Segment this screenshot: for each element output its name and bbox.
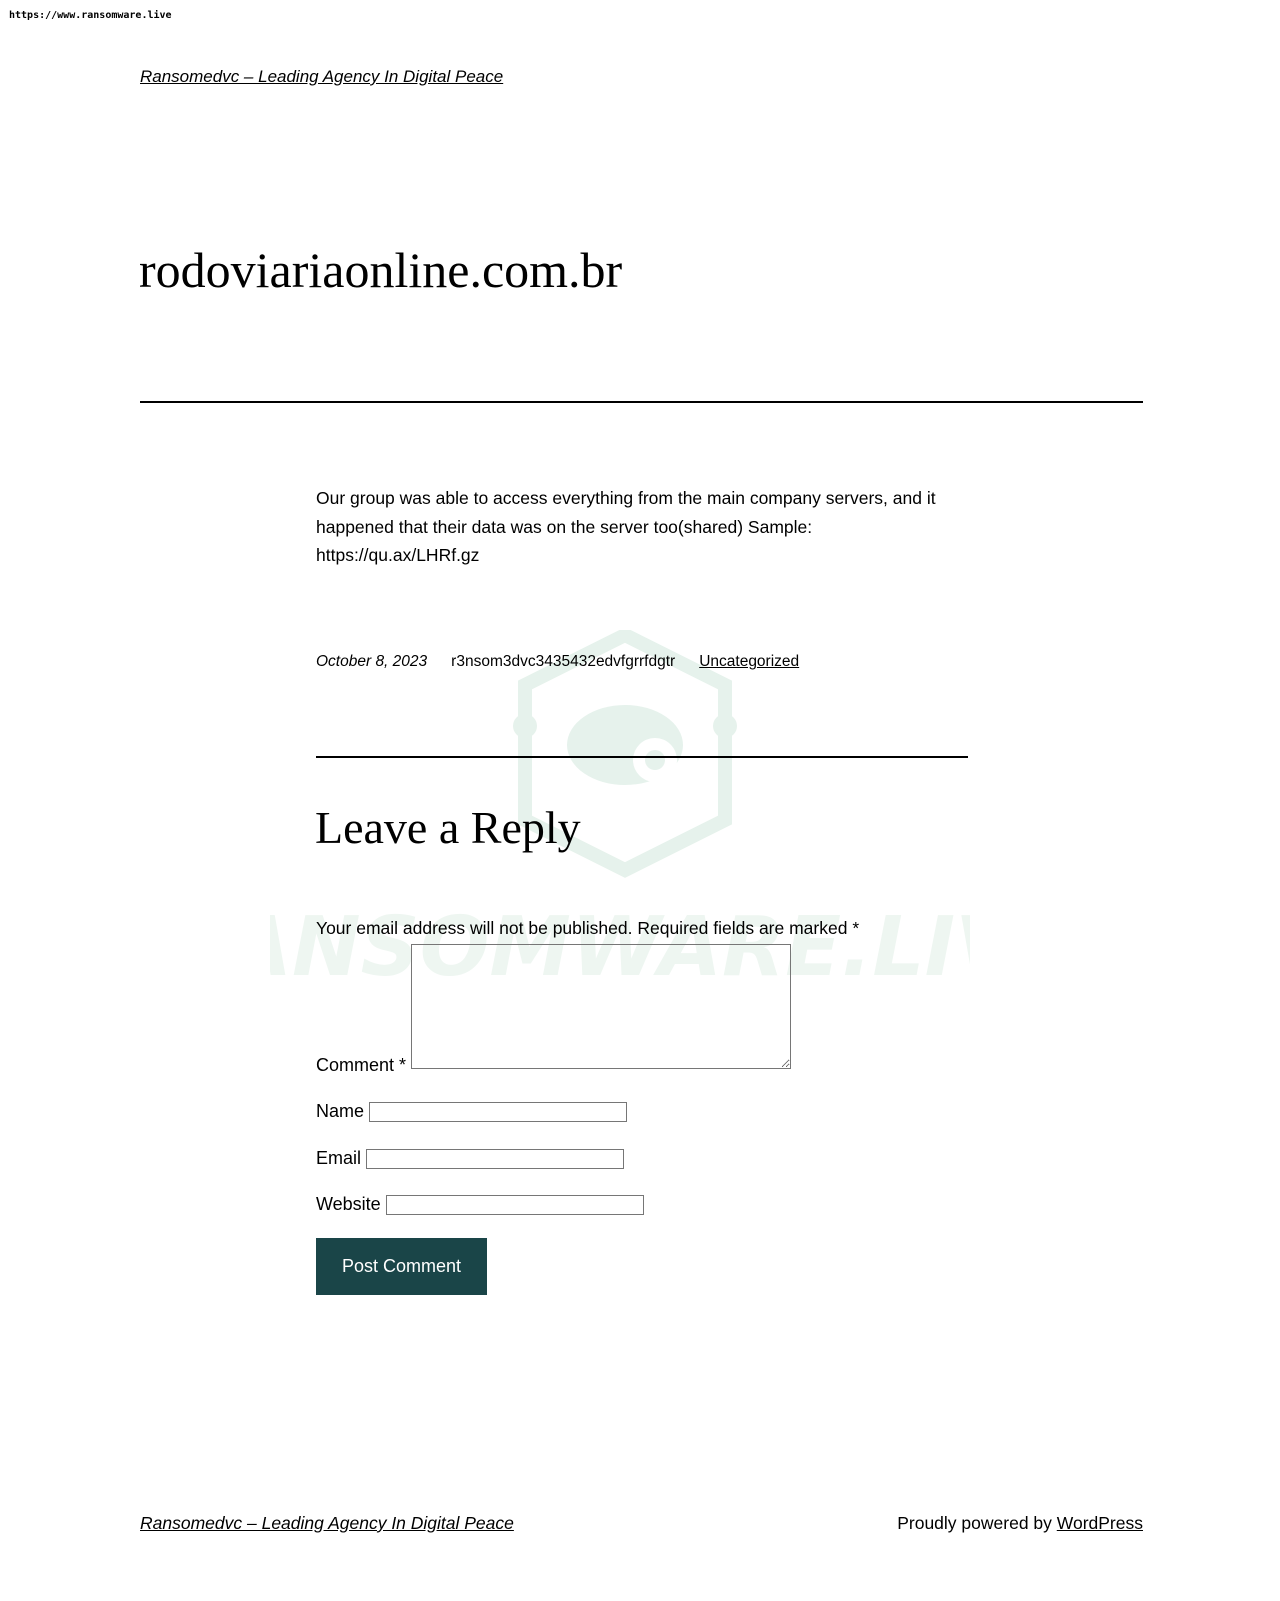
name-label: Name — [316, 1101, 365, 1121]
powered-by-text: Proudly powered by — [897, 1513, 1052, 1533]
post-meta: October 8, 2023 r3nsom3dvc3435432edvfgrr… — [316, 653, 799, 671]
email-label: Email — [316, 1148, 362, 1168]
comment-textarea[interactable] — [411, 944, 791, 1069]
post-category-link[interactable]: Uncategorized — [699, 653, 799, 671]
powered-by: Proudly powered by WordPress — [897, 1513, 1143, 1534]
reply-title: Leave a Reply — [315, 802, 581, 853]
comment-label: Comment * — [316, 1055, 407, 1075]
post-author: r3nsom3dvc3435432edvfgrrfdgtr — [451, 653, 676, 670]
post-body: Our group was able to access everything … — [316, 488, 936, 565]
site-title-link[interactable]: Ransomedvc – Leading Agency In Digital P… — [140, 67, 503, 87]
comments-divider — [316, 756, 968, 758]
comment-notes: Your email address will not be published… — [316, 917, 860, 938]
wordpress-link[interactable]: WordPress — [1057, 1513, 1143, 1533]
watermark-url: https://www.ransomware.live — [9, 10, 172, 21]
email-field[interactable] — [366, 1149, 624, 1169]
post-title: rodoviariaonline.com.br — [139, 242, 623, 298]
name-field[interactable] — [369, 1102, 627, 1122]
website-field[interactable] — [386, 1195, 644, 1215]
post-date: October 8, 2023 — [316, 653, 428, 670]
title-divider — [140, 401, 1143, 403]
post-comment-button[interactable]: Post Comment — [316, 1238, 487, 1295]
website-label: Website — [316, 1194, 381, 1214]
footer-site-title-link[interactable]: Ransomedvc – Leading Agency In Digital P… — [140, 1513, 514, 1534]
